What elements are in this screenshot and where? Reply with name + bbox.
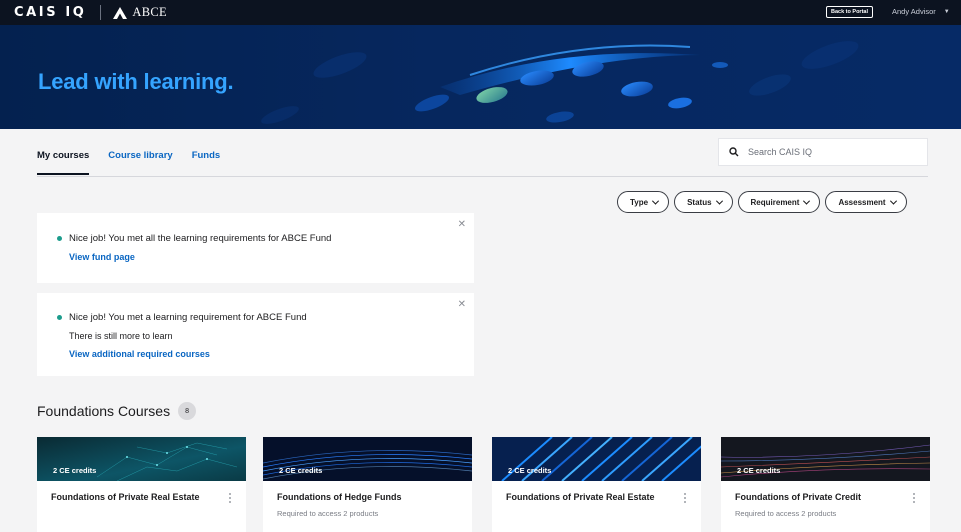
course-card[interactable]: 2 CE credits Foundations of Private Real… [37, 437, 246, 532]
caret-down-icon: ▼ [943, 8, 950, 15]
hero-title: Lead with learning. [38, 69, 234, 94]
course-title: Foundations of Private Credit [735, 492, 862, 502]
close-icon[interactable]: ✕ [458, 299, 466, 310]
course-title: Foundations of Hedge Funds [277, 492, 402, 502]
user-name: Andy Advisor [892, 7, 936, 16]
chevron-down-icon [889, 197, 897, 205]
notification-message: Nice job! You met a learning requirement… [69, 312, 307, 323]
top-bar: CAIS IQ ABCE Back to Portal Andy Advisor… [0, 0, 961, 25]
section-heading: Foundations Courses 8 [37, 402, 197, 420]
course-requirement: Required to access 2 products [735, 509, 837, 518]
tab-course-library[interactable]: Course library [108, 150, 172, 175]
view-additional-courses-link[interactable]: View additional required courses [69, 349, 210, 359]
filter-requirement[interactable]: Requirement [737, 191, 821, 213]
course-image: 2 CE credits [263, 437, 472, 481]
cais-iq-logo[interactable]: CAIS IQ [14, 5, 86, 20]
notification-subtext: There is still more to learn [69, 331, 173, 341]
hero-banner: Lead with learning. [0, 25, 961, 129]
course-image: 2 CE credits [37, 437, 246, 481]
search-icon [729, 147, 739, 157]
ce-credits-label: 2 CE credits [279, 466, 323, 475]
chevron-down-icon [652, 197, 660, 205]
more-options-icon[interactable] [684, 493, 687, 505]
abce-logo: ABCE [113, 5, 167, 20]
logo-divider [100, 5, 102, 20]
chevron-down-icon [715, 197, 723, 205]
ce-credits-label: 2 CE credits [508, 466, 552, 475]
ce-credits-label: 2 CE credits [737, 466, 781, 475]
back-to-portal-button[interactable]: Back to Portal [826, 6, 873, 18]
filter-status-label: Status [687, 197, 712, 207]
search-input[interactable] [748, 147, 908, 157]
course-title: Foundations of Private Real Estate [506, 492, 655, 502]
ce-credits-label: 2 CE credits [53, 466, 97, 475]
view-fund-page-link[interactable]: View fund page [69, 252, 135, 262]
course-image: 2 CE credits [492, 437, 701, 481]
filter-assessment-label: Assessment [838, 197, 886, 207]
abce-logo-text: ABCE [132, 5, 167, 19]
filter-status[interactable]: Status [674, 191, 733, 213]
course-card[interactable]: 2 CE credits Foundations of Private Cred… [721, 437, 930, 532]
search-box[interactable] [718, 138, 928, 166]
notification-all-requirements: ✕ Nice job! You met all the learning req… [37, 213, 474, 283]
course-tabs: My courses Course library Funds [37, 150, 239, 175]
filter-assessment[interactable]: Assessment [825, 191, 907, 213]
course-count-badge: 8 [178, 402, 197, 420]
more-options-icon[interactable] [229, 493, 232, 505]
course-requirement: Required to access 2 products [277, 509, 379, 518]
notification-message: Nice job! You met all the learning requi… [69, 233, 332, 244]
user-menu[interactable]: Andy Advisor ▼ [892, 7, 950, 16]
course-title: Foundations of Private Real Estate [51, 492, 200, 502]
tab-my-courses[interactable]: My courses [37, 150, 90, 175]
course-card[interactable]: 2 CE credits Foundations of Hedge Funds … [263, 437, 472, 532]
section-title: Foundations Courses [37, 403, 171, 419]
notification-one-requirement: ✕ Nice job! You met a learning requireme… [37, 293, 474, 376]
tabs-divider [37, 176, 928, 177]
status-dot [57, 236, 62, 241]
close-icon[interactable]: ✕ [458, 219, 466, 230]
filter-bar: Type Status Requirement Assessment [617, 191, 912, 213]
tab-funds[interactable]: Funds [192, 150, 221, 175]
chevron-down-icon [803, 197, 811, 205]
more-options-icon[interactable] [913, 493, 916, 505]
course-image: 2 CE credits [721, 437, 930, 481]
abce-mark-icon [113, 6, 128, 19]
filter-type-label: Type [630, 197, 649, 207]
course-card[interactable]: 2 CE credits Foundations of Private Real… [492, 437, 701, 532]
status-dot [57, 315, 62, 320]
filter-type[interactable]: Type [617, 191, 670, 213]
filter-requirement-label: Requirement [750, 197, 800, 207]
